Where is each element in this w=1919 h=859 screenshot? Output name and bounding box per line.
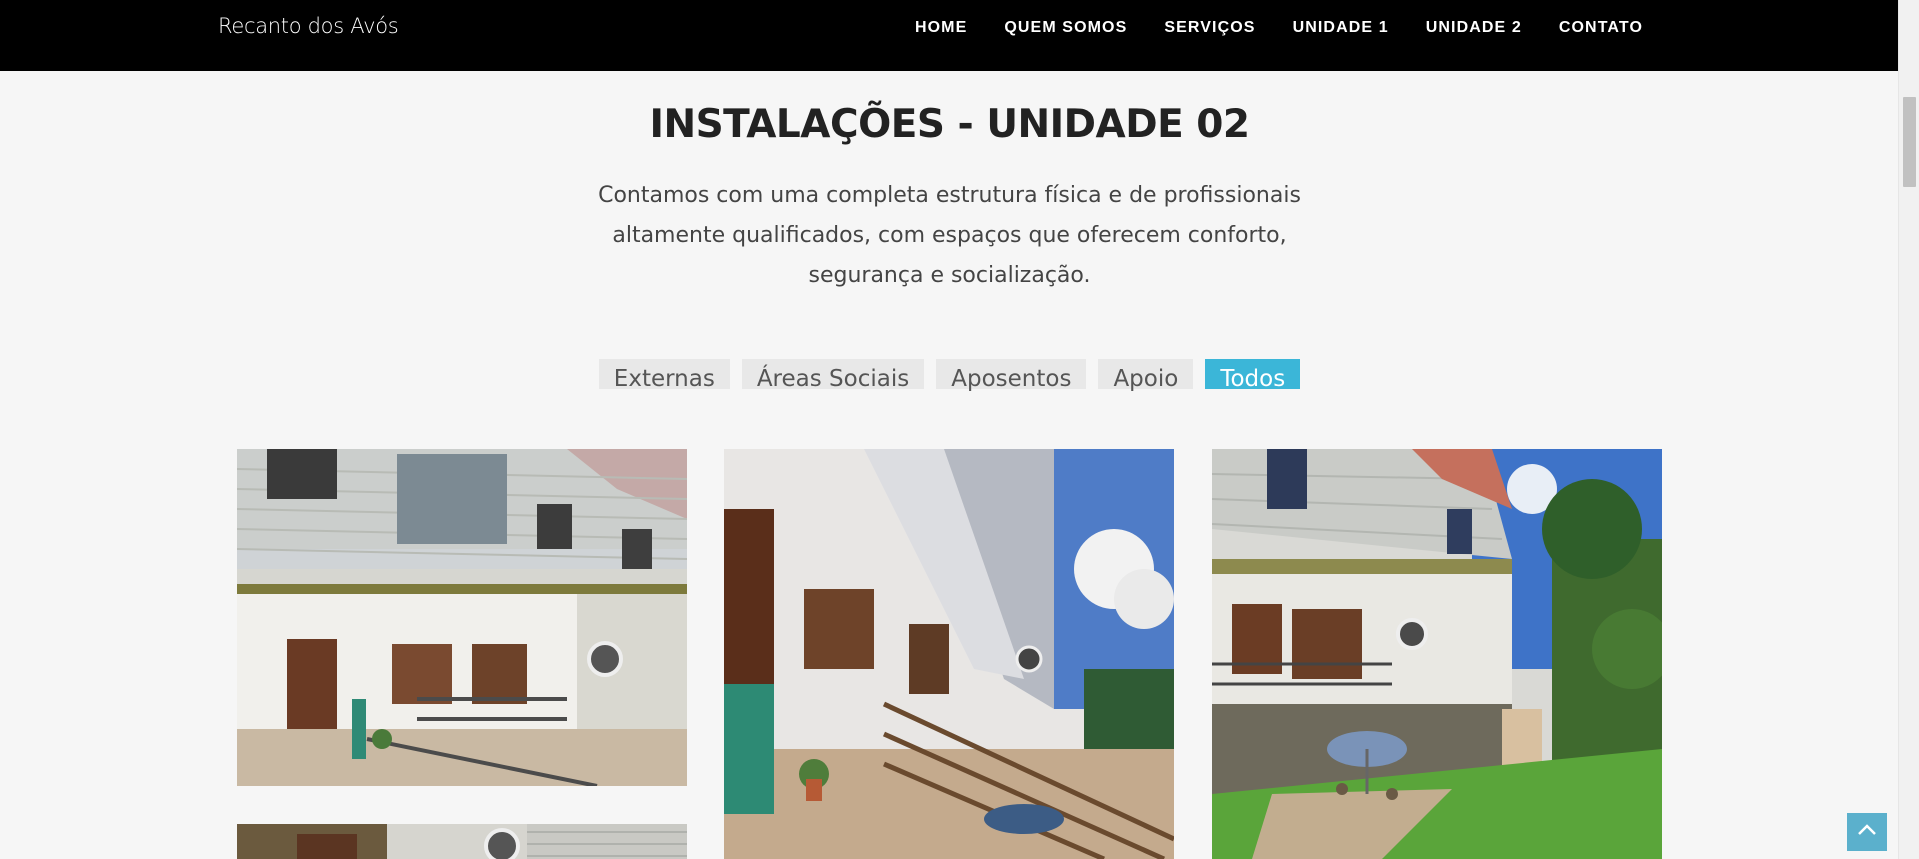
nav-item-servicos[interactable]: SERVIÇOS xyxy=(1164,19,1255,37)
gallery-photo-facade-detail[interactable] xyxy=(237,824,687,859)
gallery-photo-building-facade[interactable] xyxy=(237,449,687,786)
section-title: INSTALAÇÕES - UNIDADE 02 xyxy=(649,102,1250,147)
gallery-filters: Externas Áreas Sociais Aposentos Apoio T… xyxy=(0,359,1899,392)
filter-apoio[interactable]: Apoio xyxy=(1098,359,1194,392)
nav-menu: HOME QUEM SOMOS SERVIÇOS UNIDADE 1 UNIDA… xyxy=(878,19,1643,37)
chevron-up-icon xyxy=(1857,823,1877,841)
nav-item-quem-somos[interactable]: QUEM SOMOS xyxy=(1004,19,1127,37)
filter-aposentos[interactable]: Aposentos xyxy=(936,359,1087,392)
back-to-top-button[interactable] xyxy=(1847,813,1887,851)
nav-item-contato[interactable]: CONTATO xyxy=(1559,19,1643,37)
nav-item-unidade-2[interactable]: UNIDADE 2 xyxy=(1426,19,1522,37)
nav-item-home[interactable]: HOME xyxy=(915,19,967,37)
gallery-photo-veranda[interactable] xyxy=(724,449,1174,859)
filter-areas-sociais[interactable]: Áreas Sociais xyxy=(741,359,925,392)
page-scrollbar[interactable] xyxy=(1898,0,1919,859)
nav-item-unidade-1[interactable]: UNIDADE 1 xyxy=(1293,19,1389,37)
gallery-photo-garden-yard[interactable] xyxy=(1212,449,1662,859)
section-intro: Contamos com uma completa estrutura físi… xyxy=(598,183,1301,288)
filter-externas[interactable]: Externas xyxy=(598,359,730,392)
filter-todos[interactable]: Todos xyxy=(1205,359,1301,392)
top-navbar: Recanto dos Avós HOME QUEM SOMOS SERVIÇO… xyxy=(0,0,1899,71)
page: Recanto dos Avós HOME QUEM SOMOS SERVIÇO… xyxy=(0,0,1919,859)
brand-logo-link[interactable]: Recanto dos Avós xyxy=(218,14,399,38)
scrollbar-thumb[interactable] xyxy=(1903,97,1916,187)
